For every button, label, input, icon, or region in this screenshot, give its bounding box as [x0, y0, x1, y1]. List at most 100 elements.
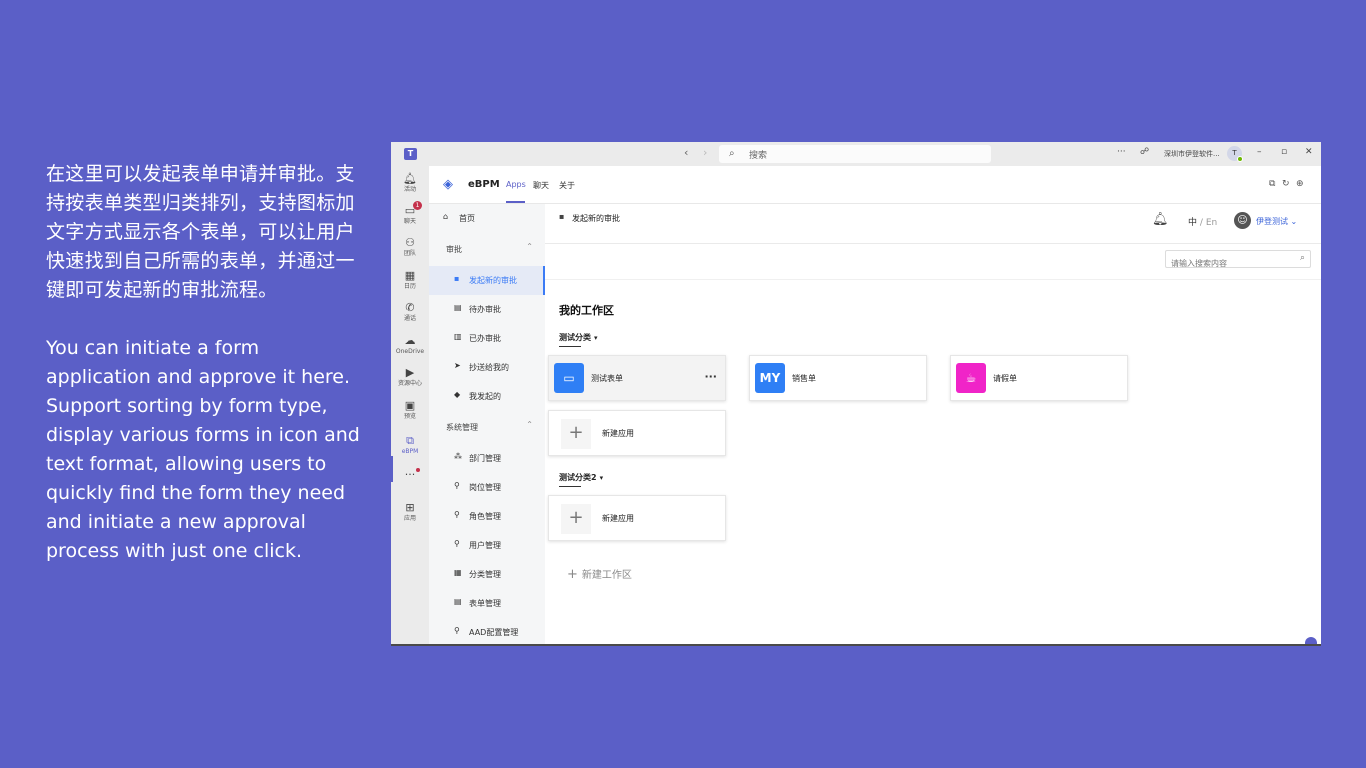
folder-icon: ▪ [454, 274, 460, 283]
more-icon[interactable]: ··· [1117, 147, 1126, 157]
forward-icon[interactable]: › [703, 146, 707, 159]
org-tree-icon: ⁂ [454, 452, 462, 461]
rail-item-resources[interactable]: ▶ 资源中心 [391, 366, 429, 388]
app-card[interactable]: MY 销售单 [749, 355, 927, 401]
nav-initiated[interactable]: ◆ 我发起的 [429, 382, 545, 411]
category-dropdown[interactable]: 测试分类 ▾ [559, 332, 598, 343]
notification-bell-icon[interactable]: 🔔︎ [1152, 212, 1169, 227]
global-search[interactable]: ⌕ 搜索 [719, 145, 991, 163]
people-icon[interactable]: ☍ [1140, 147, 1149, 157]
new-app-card[interactable]: + 新建应用 [548, 495, 726, 541]
nav-todo-approval[interactable]: ▤ 待办审批 [429, 295, 545, 324]
ebpm-logo-icon: ◈ [443, 177, 453, 192]
nav-label: 首页 [459, 214, 475, 223]
nav-label: 角色管理 [469, 512, 501, 521]
nav-done-approval[interactable]: ▥ 已办审批 [429, 324, 545, 353]
archive-icon: ▥ [454, 332, 462, 341]
nav-cc-me[interactable]: ➤ 抄送给我的 [429, 353, 545, 382]
video-icon: ▶ [405, 366, 415, 379]
nav-label: 岗位管理 [469, 483, 501, 492]
lang-separator: / [1199, 218, 1203, 228]
refresh-icon[interactable]: ↻ [1282, 179, 1290, 189]
back-icon[interactable]: ‹ [684, 146, 688, 159]
lang-en[interactable]: En [1206, 218, 1217, 228]
rail-item-ebpm[interactable]: ⧉ eBPM [391, 434, 429, 456]
tab-apps[interactable]: Apps [506, 180, 526, 189]
rail-item-teams[interactable]: ⚇ 团队 [391, 236, 429, 258]
tab-chat[interactable]: 聊天 [533, 180, 549, 191]
search-input[interactable] [1171, 255, 1291, 272]
presence-dot [1237, 156, 1243, 162]
tab-about[interactable]: 关于 [559, 180, 575, 191]
new-workspace-label: 新建工作区 [581, 570, 632, 581]
user-avatar-icon[interactable]: ☺ [1234, 212, 1251, 229]
close-icon[interactable]: ✕ [1305, 147, 1313, 157]
rail-label: 资源中心 [397, 380, 422, 387]
caption: 在这里可以发起表单申请并审批。支持按表单类型归类排列，支持图标加文字方式显示各个… [46, 160, 366, 566]
nav-label: 部门管理 [469, 454, 501, 463]
rail-label: 聊天 [403, 218, 416, 225]
avatar-initial: T [1232, 149, 1237, 157]
rail-item-more[interactable]: ··· [391, 468, 429, 481]
language-switch[interactable]: 中 / En [1188, 215, 1217, 228]
nav-role[interactable]: ⚲ 角色管理 [429, 502, 545, 531]
org-name[interactable]: 深圳市伊登软件... [1164, 149, 1220, 159]
more-options-icon[interactable]: ··· [704, 370, 717, 383]
lang-zh[interactable]: 中 [1188, 218, 1197, 228]
popout-icon[interactable]: ⧉ [1269, 179, 1275, 189]
nav-aad[interactable]: ⚲ AAD配置管理 [429, 618, 545, 646]
caption-zh: 在这里可以发起表单申请并审批。支持按表单类型归类排列，支持图标加文字方式显示各个… [46, 163, 355, 301]
nav-label: 发起新的审批 [469, 276, 517, 285]
rail-item-calendar[interactable]: ▦ 日历 [391, 269, 429, 291]
page-title: 发起新的审批 [572, 214, 620, 223]
new-app-label: 新建应用 [602, 429, 634, 438]
user-icon: ⚲ [454, 626, 460, 635]
search-icon: ⌕ [729, 148, 735, 159]
folder-icon: ▪ [559, 212, 565, 221]
nav-label: 表单管理 [469, 599, 501, 608]
restore-icon[interactable]: ▫ [1281, 147, 1287, 157]
rail-item-activity[interactable]: 🔔︎ 活动 [391, 172, 429, 194]
bottom-strip [391, 644, 1321, 646]
nav-group-system[interactable]: 系统管理 ⌃ [429, 413, 545, 442]
nav-form[interactable]: ▤ 表单管理 [429, 589, 545, 618]
app-card-name: 测试表单 [591, 374, 623, 383]
new-workspace-button[interactable]: + 新建工作区 [567, 566, 632, 582]
category-dropdown[interactable]: 测试分类2 ▾ [559, 472, 603, 483]
nav-position[interactable]: ⚲ 岗位管理 [429, 473, 545, 502]
caption-en: You can initiate a form application and … [46, 337, 360, 562]
calendar-icon: ▦ [404, 269, 416, 282]
nav-home[interactable]: ⌂ 首页 [429, 204, 545, 233]
app-card-name: 请假单 [993, 374, 1017, 383]
workspace-title: 我的工作区 [559, 304, 614, 317]
bell-icon: 🔔︎ [403, 172, 417, 185]
nav-group-approval[interactable]: 审批 ⌃ [429, 235, 545, 264]
clipboard-icon: ▤ [454, 303, 462, 312]
rail-item-calls[interactable]: ✆ 通话 [391, 301, 429, 323]
globe-icon[interactable]: ⊕ [1296, 179, 1304, 189]
add-app-icon: ⊞ [405, 501, 415, 514]
rail-item-preview[interactable]: ▣ 预览 [391, 399, 429, 421]
minimize-icon[interactable]: – [1257, 147, 1262, 157]
user-menu[interactable]: 伊登测试 ⌄ [1256, 216, 1297, 227]
rail-item-chat[interactable]: ▭ 1 聊天 [391, 201, 429, 226]
chat-icon: ▭ [404, 204, 416, 217]
nav-user[interactable]: ⚲ 用户管理 [429, 531, 545, 560]
teams-logo-icon: T [404, 148, 417, 160]
bookmark-icon: ▣ [404, 399, 416, 412]
nav-dept[interactable]: ⁂ 部门管理 [429, 444, 545, 473]
coffee-cup-icon: ☕︎ [956, 363, 986, 393]
search-box[interactable]: ⌕ [1165, 250, 1311, 272]
plus-icon: + [561, 504, 591, 534]
nav-group-label: 审批 [446, 245, 462, 254]
rail-item-onedrive[interactable]: ☁ OneDrive [391, 334, 429, 356]
user-avatar[interactable]: T [1227, 146, 1243, 162]
nav-new-approval[interactable]: ▪ 发起新的审批 [429, 266, 545, 295]
app-card[interactable]: ☕︎ 请假单 [950, 355, 1128, 401]
app-rail: 🔔︎ 活动 ▭ 1 聊天 ⚇ 团队 ▦ 日历 ✆ 通话 ☁ OneDrive ▶… [391, 166, 429, 646]
new-app-card[interactable]: + 新建应用 [548, 410, 726, 456]
rail-item-apps[interactable]: ⊞ 应用 [391, 501, 429, 523]
app-card[interactable]: ▭ 测试表单 ··· [548, 355, 726, 401]
nav-category[interactable]: ▦ 分类管理 [429, 560, 545, 589]
chevron-up-icon: ⌃ [526, 420, 533, 429]
